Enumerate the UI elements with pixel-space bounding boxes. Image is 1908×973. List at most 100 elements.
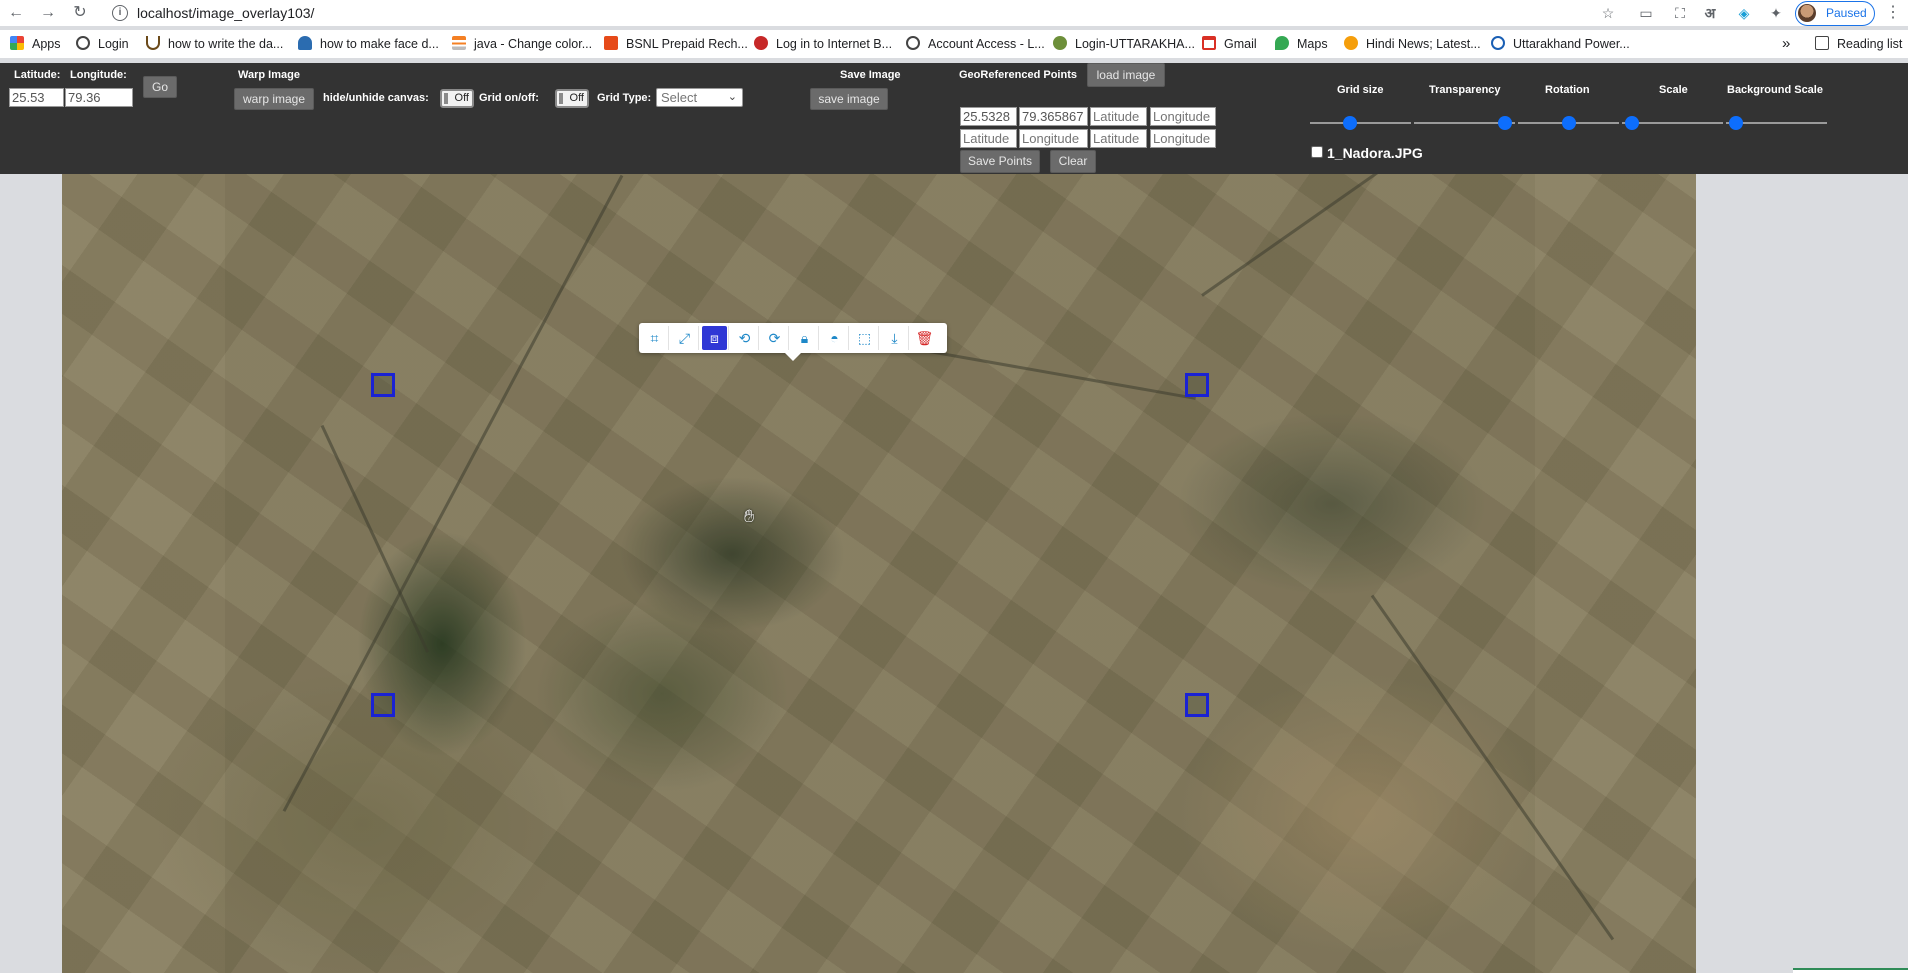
point1-longitude-input[interactable]: 79.365867 — [1019, 107, 1088, 126]
grid-size-slider[interactable] — [1310, 122, 1411, 124]
opacity-icon[interactable]: ◓ — [822, 326, 847, 350]
export-icon[interactable]: ⤓ — [882, 326, 907, 350]
point3-latitude-input[interactable]: Latitude — [960, 129, 1017, 148]
layer-checkbox[interactable] — [1311, 146, 1323, 158]
rotation-slider-thumb[interactable] — [1561, 116, 1576, 130]
bookmark-uttarakhand-power[interactable]: Uttarakhand Power... — [1491, 35, 1630, 53]
distort-icon[interactable]: ⌗ — [642, 326, 667, 350]
transparency-slider-thumb[interactable] — [1497, 116, 1512, 130]
avatar — [1798, 4, 1816, 22]
menu-icon[interactable]: ⋮ — [1884, 3, 1902, 23]
app-toolbar: Latitude: Longitude: 25.53 79.36 Go Warp… — [0, 63, 1908, 174]
latitude-label: Latitude: — [14, 69, 61, 81]
bookmark-star-icon[interactable]: ☆ — [1598, 3, 1618, 23]
bookmark-account-access[interactable]: Account Access - L... — [906, 35, 1045, 53]
site-icon — [604, 36, 618, 50]
bookmark-uttarakhand-login[interactable]: Login-UTTARAKHA... — [1053, 35, 1195, 53]
point4-longitude-input[interactable]: Longitude — [1150, 129, 1216, 148]
scale-label: Scale — [1659, 84, 1688, 96]
bookmarks-overflow-icon[interactable]: » — [1782, 35, 1790, 53]
bookmark-apps[interactable]: Apps — [10, 35, 61, 53]
save-image-heading: Save Image — [840, 69, 901, 81]
point4-latitude-input[interactable]: Latitude — [1090, 129, 1147, 148]
image-overlay[interactable] — [225, 174, 1535, 973]
divider — [788, 326, 789, 350]
bank-icon — [754, 36, 768, 50]
restore-icon[interactable]: ⟳ — [762, 326, 787, 350]
longitude-input[interactable]: 79.36 — [65, 88, 133, 107]
grid-type-value: Select — [661, 90, 698, 105]
georeferenced-points-heading: GeoReferenced Points — [959, 69, 1077, 81]
emblem-icon — [1053, 36, 1067, 50]
control-point-marker[interactable] — [1185, 373, 1209, 397]
bookmark-java[interactable]: java - Change color... — [452, 35, 592, 53]
reload-icon[interactable]: ↻ — [70, 3, 90, 23]
clear-button[interactable]: Clear — [1050, 150, 1096, 173]
divider — [818, 326, 819, 350]
point2-longitude-input[interactable]: Longitude — [1150, 107, 1216, 126]
bookmark-face[interactable]: how to make face d... — [298, 35, 439, 53]
site-icon — [1491, 36, 1505, 50]
extensions-puzzle-icon[interactable]: ✦ — [1766, 3, 1786, 23]
free-rotate-icon[interactable]: ⧈ — [702, 326, 727, 350]
back-icon[interactable]: ← — [6, 3, 26, 23]
lock-icon[interactable]: 🔒︎ — [792, 326, 817, 350]
go-button[interactable]: Go — [143, 76, 177, 98]
cast-icon[interactable]: ▭ — [1636, 3, 1656, 23]
control-point-marker[interactable] — [1185, 693, 1209, 717]
layer-filename: 1_Nadora.JPG — [1327, 145, 1423, 161]
forward-icon[interactable]: → — [38, 3, 58, 23]
bookmark-internet-banking[interactable]: Log in to Internet B... — [754, 35, 892, 53]
control-point-marker[interactable] — [371, 693, 395, 717]
reading-list-button[interactable]: Reading list — [1815, 35, 1902, 53]
bookmark-gmail[interactable]: Gmail — [1202, 35, 1257, 53]
bookmark-write[interactable]: how to write the da... — [146, 35, 283, 53]
scale-icon[interactable]: ⤢ — [672, 326, 697, 350]
border-icon[interactable]: ⬚ — [852, 326, 877, 350]
point2-latitude-input[interactable]: Latitude — [1090, 107, 1147, 126]
background-scale-label: Background Scale — [1727, 84, 1823, 96]
grid-size-slider-thumb[interactable] — [1343, 116, 1358, 130]
apps-grid-icon — [10, 36, 24, 50]
maps-pin-icon — [1275, 36, 1289, 50]
warp-image-button[interactable]: warp image — [234, 88, 314, 110]
browser-address-bar: ← → ↻ i localhost/image_overlay103/ ☆ ▭ … — [0, 0, 1908, 26]
globe-icon — [906, 36, 920, 50]
bookmark-hindi-news[interactable]: Hindi News; Latest... — [1344, 35, 1481, 53]
scale-slider-thumb[interactable] — [1625, 116, 1640, 130]
grid-toggle-label: Grid on/off: — [479, 92, 539, 104]
grid-toggle[interactable]: Off — [555, 89, 589, 108]
image-edit-toolbar: ⌗ ⤢ ⧈ ⟲ ⟳ 🔒︎ ◓ ⬚ ⤓ 🗑︎ — [639, 323, 947, 361]
save-points-button[interactable]: Save Points — [960, 150, 1040, 173]
save-image-button[interactable]: save image — [810, 88, 888, 110]
translate-extension-icon[interactable]: अ — [1700, 3, 1720, 23]
map-canvas[interactable] — [62, 174, 1696, 973]
bookmark-maps[interactable]: Maps — [1275, 35, 1328, 53]
latitude-input[interactable]: 25.53 — [9, 88, 64, 107]
site-info-icon[interactable]: i — [112, 5, 128, 21]
load-image-button[interactable]: load image — [1087, 63, 1165, 87]
screenshot-icon[interactable]: ⛶ — [1670, 3, 1690, 23]
warp-image-heading: Warp Image — [238, 69, 300, 81]
rotate-icon[interactable]: ⟲ — [732, 326, 757, 350]
extension-icon[interactable]: ◈ — [1734, 3, 1754, 23]
background-scale-slider-thumb[interactable] — [1729, 116, 1744, 130]
delete-icon[interactable]: 🗑︎ — [912, 326, 937, 350]
divider — [668, 326, 669, 350]
status-chip — [1793, 968, 1908, 973]
url-field[interactable]: localhost/image_overlay103/ — [137, 5, 314, 21]
divider — [878, 326, 879, 350]
grid-type-label: Grid Type: — [597, 92, 652, 104]
hand-cursor-icon: ✋︎ — [744, 506, 755, 526]
profile-button[interactable]: Paused — [1795, 1, 1875, 26]
site-icon — [1344, 36, 1358, 50]
control-point-marker[interactable] — [371, 373, 395, 397]
rotation-label: Rotation — [1545, 84, 1590, 96]
bookmark-login[interactable]: Login — [76, 35, 129, 53]
bookmark-bsnl[interactable]: BSNL Prepaid Rech... — [604, 35, 748, 53]
point1-latitude-input[interactable]: 25.5328 — [960, 107, 1017, 126]
point3-longitude-input[interactable]: Longitude — [1019, 129, 1088, 148]
divider — [758, 326, 759, 350]
hide-canvas-toggle[interactable]: Off — [440, 89, 474, 108]
grid-type-select[interactable]: Select ⌄ — [656, 88, 743, 107]
